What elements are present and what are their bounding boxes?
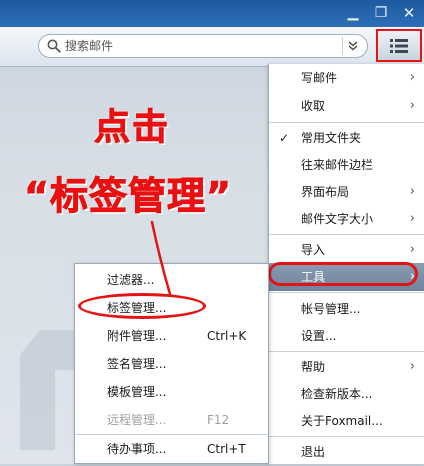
menu-item-common-folders[interactable]: ✓ 常用文件夹: [269, 124, 424, 152]
main-menu-button[interactable]: [376, 29, 422, 62]
menu-item-receive[interactable]: 收取 ›: [269, 92, 424, 120]
menu-item-help[interactable]: 帮助 ›: [269, 353, 424, 381]
chevron-right-icon: ›: [409, 184, 415, 199]
submenu-item-label: 签名管理...: [107, 357, 167, 371]
menu-item-label: 帐号管理...: [301, 302, 361, 316]
annotation-label-manage-text: “标签管理”: [24, 174, 232, 219]
menu-item-account-manage[interactable]: 帐号管理...: [269, 295, 424, 323]
tools-highlight-ring: [268, 262, 418, 286]
menu-separator: [269, 436, 424, 437]
submenu-item-label: 附件管理...: [107, 329, 167, 343]
search-icon: [47, 39, 61, 53]
annotation-click-text: 点击: [93, 107, 171, 149]
menu-item-label: 收取: [301, 99, 326, 113]
submenu-item-label: 待办事项...: [107, 442, 167, 456]
menu-item-label: 邮件文字大小: [301, 212, 374, 226]
title-bar: ▁ ❐ ✕: [0, 0, 424, 27]
search-box[interactable]: [38, 34, 368, 58]
chevron-right-icon: ›: [409, 98, 415, 113]
submenu-item-filters[interactable]: 过滤器...: [75, 266, 268, 294]
shortcut-text: Ctrl+K: [207, 329, 247, 343]
menu-item-about[interactable]: 关于Foxmail...: [269, 407, 424, 435]
label-manage-highlight-ring: [78, 293, 206, 319]
menu-item-label: 界面布局: [301, 185, 350, 199]
shortcut-text: F12: [207, 413, 230, 427]
submenu-item-label: 模板管理...: [107, 385, 167, 399]
menu-separator: [269, 292, 424, 293]
shortcut-text: Ctrl+T: [207, 442, 246, 456]
checkmark-icon: ✓: [279, 131, 290, 145]
submenu-item-label: 远程管理...: [107, 413, 167, 427]
double-chevron-down-icon: [348, 41, 358, 51]
menu-item-label: 设置...: [301, 329, 337, 343]
menu-item-label: 关于Foxmail...: [301, 414, 383, 428]
menu-separator: [269, 234, 424, 235]
menu-item-label: 导入: [301, 243, 326, 257]
toolbar: [0, 27, 424, 67]
minimize-button[interactable]: ▁: [342, 3, 364, 23]
submenu-item-template-manage[interactable]: 模板管理...: [75, 378, 268, 406]
menu-item-label: 写邮件: [301, 71, 338, 85]
tools-submenu: 过滤器... 标签管理... 附件管理... Ctrl+K 签名管理... 模板…: [74, 263, 269, 464]
list-menu-icon: [390, 39, 408, 53]
menu-item-layout[interactable]: 界面布局 ›: [269, 178, 424, 206]
menu-item-import[interactable]: 导入 ›: [269, 236, 424, 264]
menu-separator: [269, 122, 424, 123]
close-button[interactable]: ✕: [398, 3, 420, 23]
submenu-item-label: 过滤器...: [107, 273, 155, 287]
chevron-right-icon: ›: [409, 359, 415, 374]
restore-button[interactable]: ❐: [370, 3, 392, 23]
menu-item-label: 帮助: [301, 360, 326, 374]
menu-item-settings[interactable]: 设置...: [269, 322, 424, 350]
menu-item-correspondence-sidebar[interactable]: 往来邮件边栏: [269, 151, 424, 179]
menu-item-check-update[interactable]: 检查新版本...: [269, 380, 424, 408]
submenu-item-remote-manage: 远程管理... F12: [75, 406, 268, 434]
submenu-item-todo[interactable]: 待办事项... Ctrl+T: [75, 435, 268, 463]
chevron-right-icon: ›: [409, 242, 415, 257]
submenu-item-signature-manage[interactable]: 签名管理...: [75, 350, 268, 378]
menu-separator: [269, 351, 424, 352]
chevron-right-icon: ›: [409, 70, 415, 85]
menu-item-label: 检查新版本...: [301, 387, 373, 401]
submenu-item-attachment-manage[interactable]: 附件管理... Ctrl+K: [75, 322, 268, 350]
menu-item-text-size[interactable]: 邮件文字大小 ›: [269, 205, 424, 233]
menu-item-label: 退出: [301, 445, 326, 459]
search-options-button[interactable]: [342, 37, 363, 55]
menu-item-label: 常用文件夹: [301, 131, 362, 145]
menu-item-exit[interactable]: 退出: [269, 438, 424, 466]
menu-item-label: 往来邮件边栏: [301, 158, 374, 172]
menu-item-compose[interactable]: 写邮件 ›: [269, 64, 424, 92]
chevron-right-icon: ›: [409, 211, 415, 226]
search-input[interactable]: [65, 37, 335, 55]
